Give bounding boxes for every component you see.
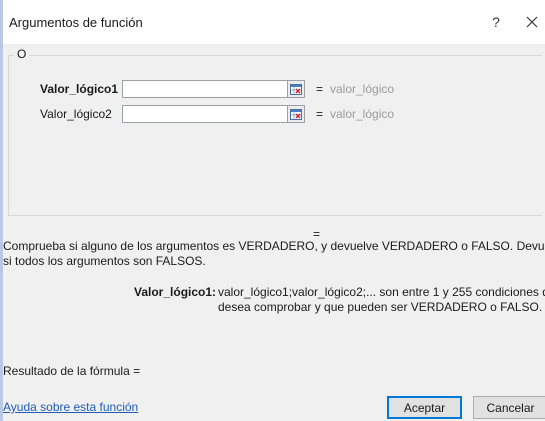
dialog-body: O Valor_lógico1 = valor_lógico Valor_lóg…	[3, 44, 545, 421]
argument-input-1[interactable]	[122, 80, 288, 98]
function-description-line-2: si todos los argumentos son FALSOS.	[3, 254, 206, 268]
function-description: Comprueba si alguno de los argumentos es…	[3, 239, 545, 269]
collapse-dialog-icon	[290, 109, 302, 120]
collapse-dialog-icon	[290, 84, 302, 95]
cancel-button[interactable]: Cancelar	[473, 396, 545, 419]
argument-row-2: Valor_lógico2 = valor_lógico	[9, 105, 543, 125]
argument-input-2[interactable]	[122, 105, 288, 123]
close-button[interactable]	[520, 8, 544, 36]
argument-row-1: Valor_lógico1 = valor_lógico	[9, 80, 543, 100]
argument-detail-text: valor_lógico1;valor_lógico2;... son entr…	[218, 285, 545, 315]
formula-result: Resultado de la fórmula =	[3, 364, 141, 378]
argument-label-2: Valor_lógico2	[40, 107, 112, 121]
range-selector-button-1[interactable]	[288, 80, 305, 98]
argument-result-2: valor_lógico	[330, 107, 395, 121]
close-icon	[526, 16, 538, 28]
argument-detail-line-2: desea comprobar y que pueden ser VERDADE…	[218, 300, 543, 314]
title-bar: Argumentos de función ?	[3, 0, 545, 44]
argument-detail-label: Valor_lógico1:	[134, 285, 217, 299]
ok-button[interactable]: Aceptar	[387, 396, 462, 419]
argument-result-1: valor_lógico	[330, 82, 395, 96]
argument-label-1: Valor_lógico1	[40, 82, 119, 96]
range-selector-button-2[interactable]	[288, 105, 305, 123]
argument-equals-1: =	[316, 82, 324, 96]
function-arguments-group: O Valor_lógico1 = valor_lógico Valor_lóg…	[8, 47, 543, 216]
help-button[interactable]: ?	[486, 8, 506, 36]
help-link[interactable]: Ayuda sobre esta función	[3, 400, 138, 414]
argument-detail-line-1: valor_lógico1;valor_lógico2;... son entr…	[218, 285, 545, 299]
function-description-line-1: Comprueba si alguno de los argumentos es…	[3, 239, 545, 253]
function-name: O	[14, 47, 30, 61]
dialog-title: Argumentos de función	[9, 15, 143, 30]
argument-equals-2: =	[316, 107, 324, 121]
